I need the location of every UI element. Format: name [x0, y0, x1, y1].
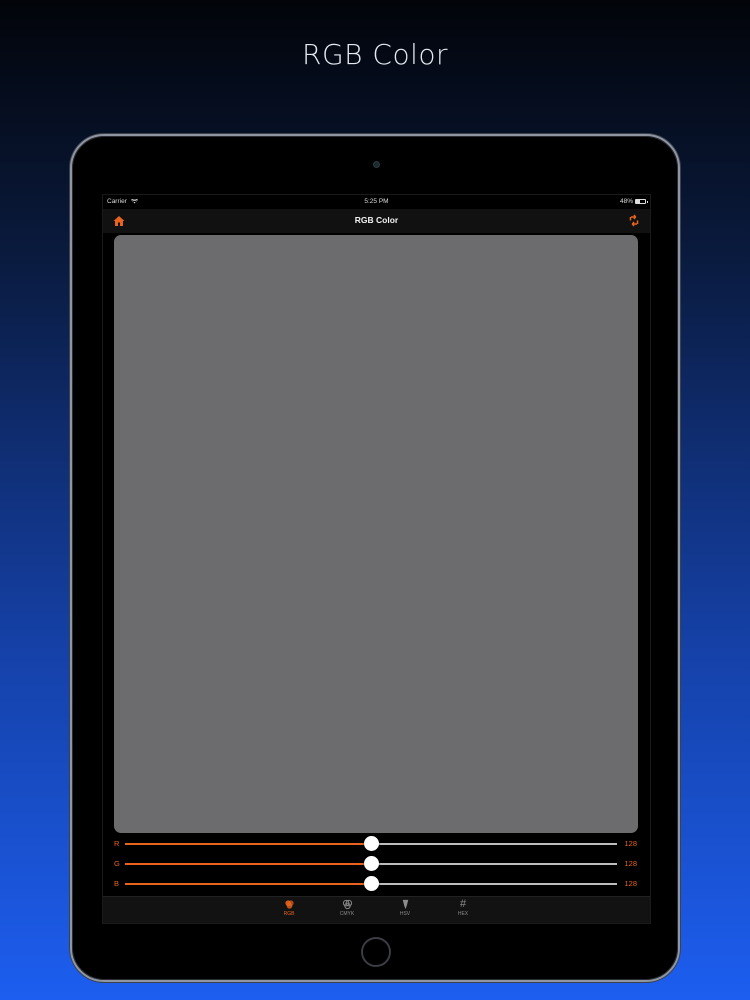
green-slider-track[interactable]	[125, 856, 617, 871]
battery-icon	[635, 199, 648, 204]
blue-slider-thumb[interactable]	[364, 876, 380, 891]
cmyk-circles-icon	[342, 899, 352, 910]
nav-bar: RGB Color	[103, 209, 650, 233]
app-screen: Carrier 5:25 PM 48% RGB Color R 128 G 12…	[102, 194, 651, 924]
green-slider-thumb[interactable]	[364, 856, 380, 871]
blue-slider-fill	[125, 883, 372, 885]
refresh-icon[interactable]	[628, 214, 640, 227]
green-slider-fill	[125, 863, 372, 865]
home-button[interactable]	[361, 937, 391, 967]
slider-label-blue: B	[114, 879, 120, 888]
slider-value-blue: 128	[624, 879, 637, 888]
tab-bar: RGB CMYK HSV # HEX	[103, 896, 650, 923]
status-bar: Carrier 5:25 PM 48%	[103, 195, 650, 209]
red-slider-thumb[interactable]	[364, 836, 380, 851]
tab-hex[interactable]: # HEX	[448, 898, 478, 918]
slider-value-green: 128	[624, 859, 637, 868]
tab-label-cmyk: CMYK	[339, 911, 355, 917]
camera	[373, 161, 380, 168]
red-slider-track[interactable]	[125, 836, 617, 851]
slider-value-red: 128	[624, 839, 637, 848]
tab-cmyk[interactable]: CMYK	[332, 899, 362, 917]
slider-row-blue: B 128	[103, 876, 650, 891]
tab-hsv[interactable]: HSV	[390, 899, 420, 917]
slider-row-green: G 128	[103, 856, 650, 871]
red-slider-fill	[125, 843, 372, 845]
slider-label-green: G	[114, 859, 120, 868]
blue-slider-track[interactable]	[125, 876, 617, 891]
tab-label-rgb: RGB	[283, 911, 295, 917]
ipad-frame: Carrier 5:25 PM 48% RGB Color R 128 G 12…	[70, 134, 680, 982]
slider-label-red: R	[114, 839, 120, 848]
nav-title: RGB Color	[354, 215, 399, 225]
hash-icon: #	[459, 898, 467, 910]
tab-label-hsv: HSV	[399, 911, 411, 917]
battery-percent: 48%	[619, 198, 633, 205]
rgb-circles-icon	[284, 900, 294, 909]
dropper-icon	[402, 899, 408, 910]
slider-row-red: R 128	[103, 836, 650, 851]
tab-rgb[interactable]: RGB	[274, 899, 304, 917]
tab-label-hex: HEX	[457, 911, 469, 917]
promo-title: RGB Color	[302, 38, 448, 71]
status-time: 5:25 PM	[364, 198, 389, 205]
color-preview-swatch	[114, 235, 638, 833]
